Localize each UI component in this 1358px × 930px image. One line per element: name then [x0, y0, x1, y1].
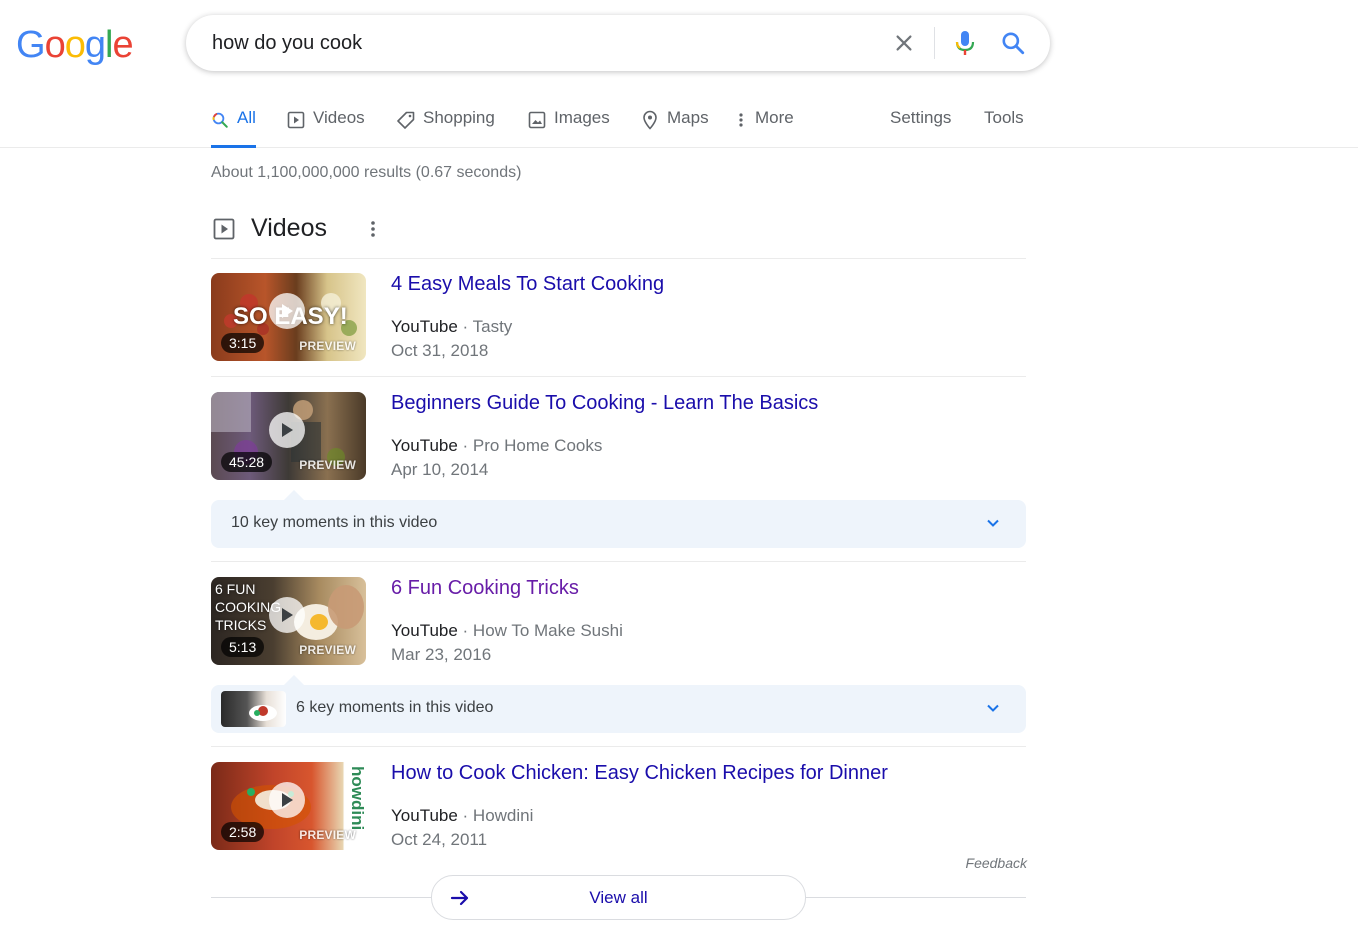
play-icon [269, 597, 305, 633]
tab-shopping[interactable]: Shopping [397, 108, 495, 148]
search-input[interactable] [212, 15, 852, 71]
tab-images[interactable]: Images [528, 108, 610, 148]
video-platform: YouTube [391, 806, 458, 825]
video-duration: 3:15 [221, 333, 265, 353]
video-channel: Pro Home Cooks [472, 436, 603, 455]
tab-label: Maps [667, 108, 709, 127]
tab-label: Shopping [423, 108, 495, 127]
mic-icon[interactable] [951, 29, 979, 57]
chevron-down-icon [986, 516, 1000, 535]
search-tabs: All Videos Shopping Images Maps More Set… [0, 100, 1358, 148]
row-divider [211, 561, 1026, 562]
feedback-link[interactable]: Feedback [966, 855, 1027, 871]
source-separator: · [457, 436, 473, 455]
tab-maps[interactable]: Maps [641, 108, 709, 148]
video-thumbnail[interactable]: 45:28 PREVIEW [211, 392, 366, 480]
video-date: Mar 23, 2016 [391, 645, 492, 664]
key-moment-thumbnail [221, 691, 286, 727]
source-separator: · [457, 806, 473, 825]
image-icon [528, 111, 546, 129]
tab-videos[interactable]: Videos [287, 108, 365, 148]
more-vert-icon [737, 111, 745, 129]
key-moments-label: 10 key moments in this video [231, 514, 438, 531]
logo-letter: l [104, 24, 114, 66]
close-icon[interactable] [890, 29, 918, 57]
video-date: Oct 31, 2018 [391, 341, 489, 360]
video-channel: How To Make Sushi [472, 621, 623, 640]
google-logo[interactable]: Google [16, 24, 134, 67]
preview-label: PREVIEW [299, 643, 356, 657]
search-icon [211, 111, 229, 129]
logo-letter: o [44, 24, 66, 66]
video-title-link[interactable]: How to Cook Chicken: Easy Chicken Recipe… [391, 762, 888, 785]
thumbnail-overlay-text: howdini [348, 766, 366, 831]
tab-label: Images [554, 108, 610, 127]
source-separator: · [457, 317, 473, 336]
video-duration: 45:28 [221, 452, 273, 472]
key-moments-notch [284, 490, 304, 500]
video-thumbnail[interactable]: 6 FUN COOKING TRICKS 5:13 PREVIEW [211, 577, 366, 665]
tools-link[interactable]: Tools [984, 108, 1024, 128]
video-duration: 2:58 [221, 822, 265, 842]
logo-letter: G [16, 24, 46, 66]
video-date: Oct 24, 2011 [391, 830, 488, 849]
video-title-link[interactable]: 4 Easy Meals To Start Cooking [391, 273, 664, 296]
search-box [186, 15, 1050, 71]
search-icon[interactable] [999, 29, 1027, 57]
search-divider [934, 27, 935, 59]
row-divider [211, 746, 1026, 747]
preview-label: PREVIEW [299, 339, 356, 353]
preview-label: PREVIEW [299, 828, 356, 842]
preview-label: PREVIEW [299, 458, 356, 472]
view-all-button[interactable]: View all [431, 875, 806, 920]
video-date: Apr 10, 2014 [391, 460, 489, 479]
tab-label: Videos [313, 108, 365, 127]
tab-more[interactable]: More [737, 108, 794, 148]
video-channel: Tasty [472, 317, 513, 336]
chevron-down-icon [986, 701, 1000, 720]
tab-label: All [237, 108, 256, 127]
video-source: YouTube · Pro Home Cooks [391, 436, 602, 456]
map-pin-icon [641, 110, 659, 130]
key-moments-expander[interactable]: 6 key moments in this video [211, 685, 1026, 733]
video-platform: YouTube [391, 436, 458, 455]
video-play-icon [213, 218, 235, 245]
video-source: YouTube · How To Make Sushi [391, 621, 623, 641]
video-platform: YouTube [391, 621, 458, 640]
video-thumbnail[interactable]: howdini 2:58 PREVIEW [211, 762, 366, 850]
video-source: YouTube · Howdini [391, 806, 533, 826]
video-platform: YouTube [391, 317, 458, 336]
video-title-link[interactable]: 6 Fun Cooking Tricks [391, 577, 579, 600]
play-icon [287, 111, 305, 129]
play-icon [269, 412, 305, 448]
video-thumbnail[interactable]: SO EASY! 3:15 PREVIEW [211, 273, 366, 361]
video-title-link[interactable]: Beginners Guide To Cooking - Learn The B… [391, 392, 818, 415]
tab-label: More [755, 108, 794, 127]
video-duration: 5:13 [221, 637, 265, 657]
view-all-label: View all [589, 888, 648, 907]
row-divider [211, 376, 1026, 377]
tab-all[interactable]: All [211, 108, 256, 148]
key-moments-expander[interactable]: 10 key moments in this video [211, 500, 1026, 548]
logo-letter: g [84, 24, 106, 66]
play-icon [269, 782, 305, 818]
logo-letter: o [64, 24, 86, 66]
tag-icon [397, 111, 415, 129]
source-separator: · [457, 621, 473, 640]
play-icon [269, 293, 305, 329]
videos-section-header: Videos [211, 212, 1026, 259]
key-moments-label: 6 key moments in this video [296, 699, 494, 716]
settings-link[interactable]: Settings [890, 108, 951, 128]
videos-heading: Videos [251, 214, 327, 242]
result-stats: About 1,100,000,000 results (0.67 second… [211, 164, 522, 181]
video-source: YouTube · Tasty [391, 317, 512, 337]
logo-letter: e [112, 24, 133, 66]
key-moments-notch [284, 675, 304, 685]
video-channel: Howdini [472, 806, 534, 825]
more-options-icon[interactable] [369, 219, 377, 244]
